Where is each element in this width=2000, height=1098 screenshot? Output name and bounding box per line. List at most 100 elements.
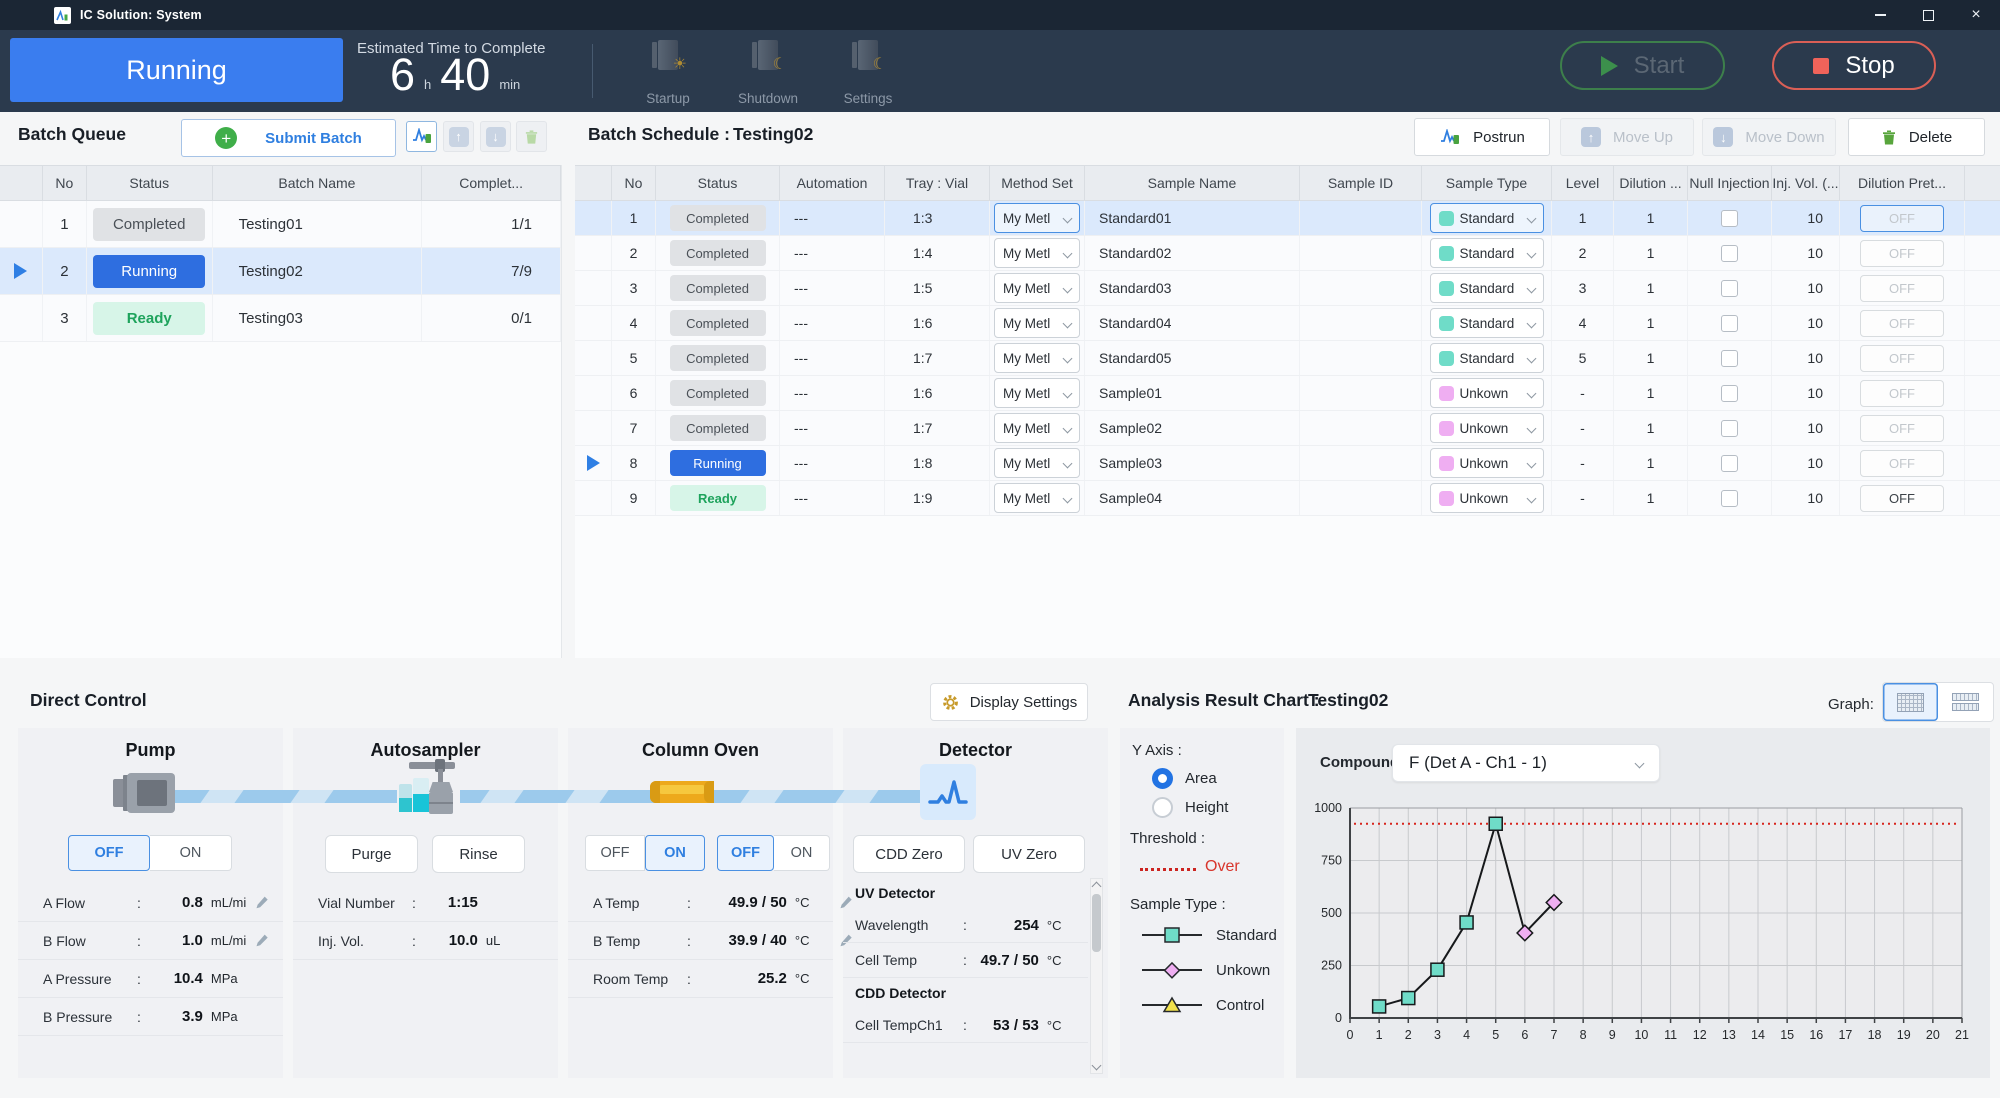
start-button[interactable]: Start xyxy=(1560,41,1725,90)
sample-type-dropdown[interactable]: Unkown xyxy=(1430,448,1544,478)
dilution-pret-button[interactable]: OFF xyxy=(1860,485,1944,512)
queue-postrun-button[interactable] xyxy=(406,121,437,152)
oven1-on-toggle[interactable]: ON xyxy=(645,835,705,871)
batch-schedule-row[interactable]: 2 Completed --- 1:4 My Metl Standard02 S… xyxy=(575,236,2000,271)
schedule-status-badge: Completed xyxy=(670,275,766,301)
compound-dropdown[interactable]: F (Det A - Ch1 - 1) xyxy=(1392,744,1660,782)
method-set-dropdown[interactable]: My Metl xyxy=(994,483,1080,513)
batch-schedule-row[interactable]: 5 Completed --- 1:7 My Metl Standard05 S… xyxy=(575,341,2000,376)
scroll-up-icon[interactable] xyxy=(1092,882,1102,892)
chevron-down-icon xyxy=(1635,758,1645,768)
method-set-dropdown[interactable]: My Metl xyxy=(994,343,1080,373)
null-injection-checkbox[interactable] xyxy=(1721,420,1738,437)
method-set-dropdown[interactable]: My Metl xyxy=(994,203,1080,233)
sample-type-dropdown[interactable]: Standard xyxy=(1430,343,1544,373)
sample-type-dropdown[interactable]: Standard xyxy=(1430,308,1544,338)
y-axis-area-radio[interactable]: Area xyxy=(1152,768,1217,789)
sample-type-dropdown[interactable]: Standard xyxy=(1430,203,1544,233)
dilution-pret-button[interactable]: OFF xyxy=(1860,415,1944,442)
queue-delete-button[interactable] xyxy=(516,121,547,152)
method-set-dropdown[interactable]: My Metl xyxy=(994,273,1080,303)
dilution-pret-button[interactable]: OFF xyxy=(1860,380,1944,407)
schedule-automation: --- xyxy=(780,411,885,445)
batch-schedule-row[interactable]: 8 Running --- 1:8 My Metl Sample03 Unkow… xyxy=(575,446,2000,481)
queue-move-up-button[interactable]: ↑ xyxy=(443,121,474,152)
oven2-off-toggle[interactable]: OFF xyxy=(717,835,774,871)
null-injection-checkbox[interactable] xyxy=(1721,245,1738,262)
sample-type-swatch xyxy=(1439,211,1454,226)
batch-schedule-row[interactable]: 3 Completed --- 1:5 My Metl Standard03 S… xyxy=(575,271,2000,306)
close-button[interactable]: × xyxy=(1952,0,2000,30)
sample-type-dropdown[interactable]: Unkown xyxy=(1430,413,1544,443)
batch-queue-row[interactable]: 1 Completed Testing01 1/1 xyxy=(0,201,561,248)
detector-scrollbar[interactable] xyxy=(1090,878,1103,1074)
sample-type-dropdown[interactable]: Standard xyxy=(1430,273,1544,303)
edit-pencil-icon[interactable] xyxy=(253,895,271,910)
cdd-zero-button[interactable]: CDD Zero xyxy=(853,835,965,873)
minimize-button[interactable] xyxy=(1856,0,1904,30)
move-down-button[interactable]: ↓ Move Down xyxy=(1702,118,1836,156)
schedule-status-badge: Completed xyxy=(670,240,766,266)
purge-button[interactable]: Purge xyxy=(325,835,418,873)
method-set-dropdown[interactable]: My Metl xyxy=(994,238,1080,268)
null-injection-checkbox[interactable] xyxy=(1721,210,1738,227)
delete-button[interactable]: Delete xyxy=(1848,118,1985,156)
dilution-pret-button[interactable]: OFF xyxy=(1860,310,1944,337)
oven2-on-toggle[interactable]: ON xyxy=(774,835,830,871)
submit-batch-button[interactable]: + Submit Batch xyxy=(181,119,396,157)
graph-split-toggle[interactable] xyxy=(1938,683,1993,721)
method-set-dropdown[interactable]: My Metl xyxy=(994,448,1080,478)
batch-schedule-row[interactable]: 9 Ready --- 1:9 My Metl Sample04 Unkown … xyxy=(575,481,2000,516)
null-injection-checkbox[interactable] xyxy=(1721,455,1738,472)
startup-button[interactable]: ☀ Startup xyxy=(636,40,700,106)
dilution-pret-button[interactable]: OFF xyxy=(1860,240,1944,267)
shutdown-button[interactable]: ☾ Shutdown xyxy=(736,40,800,106)
system-status-button[interactable]: Running xyxy=(10,38,343,102)
sample-type-dropdown[interactable]: Unkown xyxy=(1430,483,1544,513)
stop-button[interactable]: Stop xyxy=(1772,41,1936,90)
dilution-pret-button[interactable]: OFF xyxy=(1860,205,1944,232)
svg-text:12: 12 xyxy=(1693,1028,1707,1042)
y-axis-height-radio[interactable]: Height xyxy=(1152,797,1228,818)
rinse-button[interactable]: Rinse xyxy=(432,835,525,873)
null-injection-checkbox[interactable] xyxy=(1721,315,1738,332)
edit-pencil-icon[interactable] xyxy=(253,933,271,948)
dilution-pret-button[interactable]: OFF xyxy=(1860,275,1944,302)
batch-schedule-header-row: NoStatusAutomationTray : VialMethod SetS… xyxy=(575,165,2000,201)
svg-text:8: 8 xyxy=(1580,1028,1587,1042)
detail-value: 0.8 xyxy=(149,894,203,911)
graph-single-toggle[interactable] xyxy=(1883,683,1938,721)
dilution-pret-button[interactable]: OFF xyxy=(1860,345,1944,372)
pump-off-toggle[interactable]: OFF xyxy=(68,835,150,871)
batch-schedule-row[interactable]: 6 Completed --- 1:6 My Metl Sample01 Unk… xyxy=(575,376,2000,411)
method-set-dropdown[interactable]: My Metl xyxy=(994,308,1080,338)
null-injection-checkbox[interactable] xyxy=(1721,490,1738,507)
dilution-pret-button[interactable]: OFF xyxy=(1860,450,1944,477)
null-injection-checkbox[interactable] xyxy=(1721,280,1738,297)
uv-zero-button[interactable]: UV Zero xyxy=(973,835,1085,873)
batch-schedule-row[interactable]: 1 Completed --- 1:3 My Metl Standard01 S… xyxy=(575,201,2000,236)
maximize-button[interactable] xyxy=(1904,0,1952,30)
batch-schedule-row[interactable]: 7 Completed --- 1:7 My Metl Sample02 Unk… xyxy=(575,411,2000,446)
postrun-button[interactable]: Postrun xyxy=(1414,118,1550,156)
pump-on-toggle[interactable]: ON xyxy=(150,835,232,871)
display-settings-button[interactable]: Display Settings xyxy=(930,683,1088,721)
schedule-sample-name: Sample03 xyxy=(1085,446,1300,480)
queue-move-down-button[interactable]: ↓ xyxy=(480,121,511,152)
schedule-col-header: Method Set xyxy=(990,166,1085,200)
method-set-dropdown[interactable]: My Metl xyxy=(994,413,1080,443)
sample-type-dropdown[interactable]: Unkown xyxy=(1430,378,1544,408)
settings-button[interactable]: ☾ Settings xyxy=(836,40,900,106)
scroll-down-icon[interactable] xyxy=(1092,1061,1102,1071)
batch-queue-row[interactable]: 3 Ready Testing03 0/1 xyxy=(0,295,561,342)
null-injection-checkbox[interactable] xyxy=(1721,385,1738,402)
sample-type-dropdown[interactable]: Standard xyxy=(1430,238,1544,268)
schedule-dilution: 1 xyxy=(1614,271,1688,305)
scrollbar-thumb[interactable] xyxy=(1092,894,1101,952)
oven1-off-toggle[interactable]: OFF xyxy=(585,835,645,871)
batch-schedule-row[interactable]: 4 Completed --- 1:6 My Metl Standard04 S… xyxy=(575,306,2000,341)
move-up-button[interactable]: ↑ Move Up xyxy=(1560,118,1694,156)
batch-queue-row[interactable]: 2 Running Testing02 7/9 xyxy=(0,248,561,295)
method-set-dropdown[interactable]: My Metl xyxy=(994,378,1080,408)
null-injection-checkbox[interactable] xyxy=(1721,350,1738,367)
